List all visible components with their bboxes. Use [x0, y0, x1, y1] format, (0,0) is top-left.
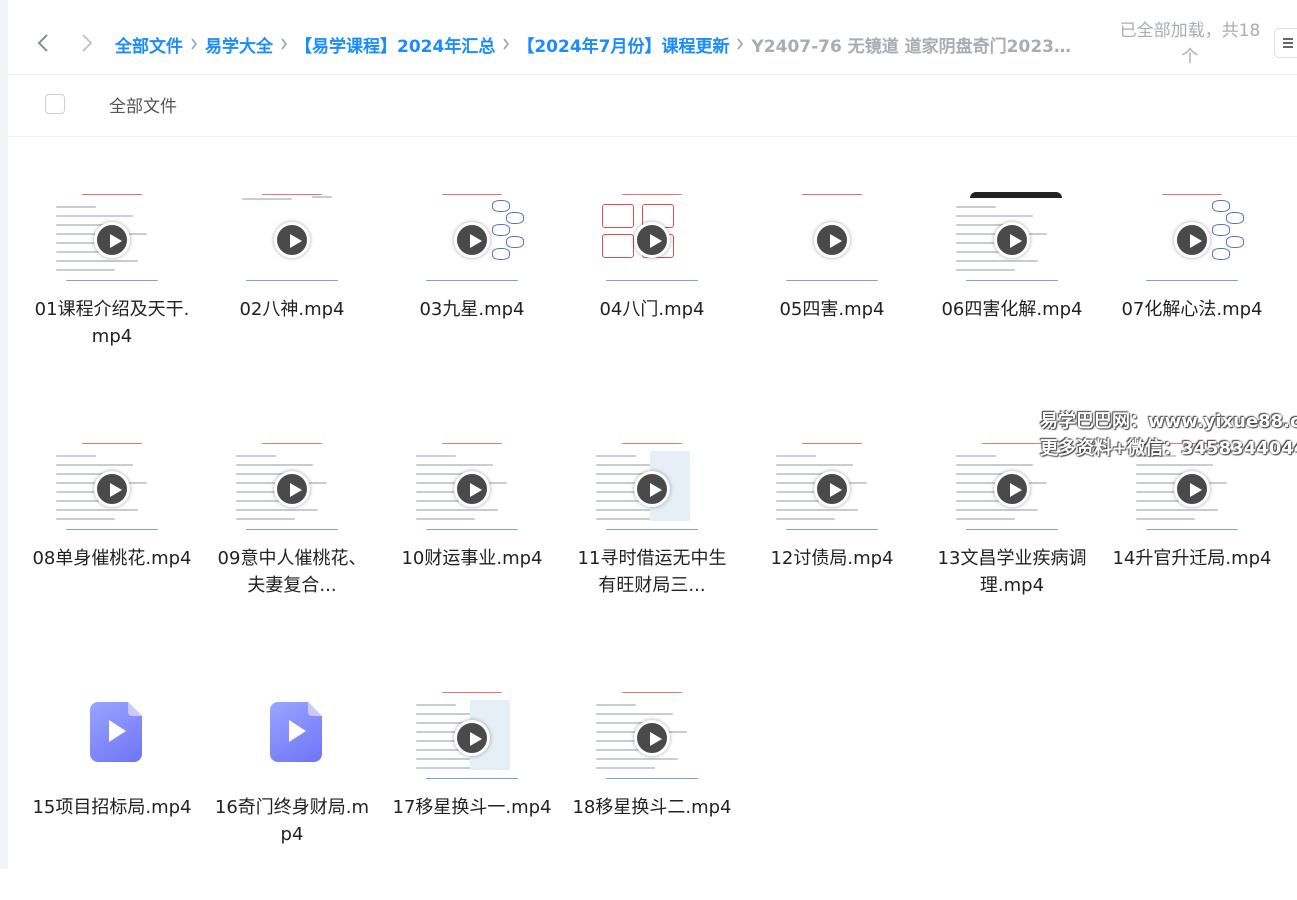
- header-bar: 全部文件 易学大全 【易学课程】2024年汇总 【2024年7月份】课程更新 Y…: [8, 0, 1297, 75]
- back-button[interactable]: [30, 30, 56, 56]
- file-name: 14升官升迁局.mp4: [1112, 548, 1272, 569]
- file-item[interactable]: 04八门.mp4: [572, 192, 732, 402]
- file-name: 09意中人催桃花、夫妻复合...: [217, 548, 367, 596]
- breadcrumb-item[interactable]: 易学大全: [205, 32, 273, 57]
- file-item[interactable]: 05四害.mp4: [752, 192, 912, 402]
- video-thumbnail: [592, 441, 712, 537]
- video-thumbnail: [772, 192, 892, 288]
- file-item[interactable]: 13文昌学业疾病调理.mp4: [932, 441, 1092, 651]
- video-thumbnail: [52, 441, 172, 537]
- file-name: 15项目招标局.mp4: [32, 797, 192, 818]
- breadcrumb-item[interactable]: 全部文件: [115, 32, 183, 57]
- forward-button[interactable]: [74, 30, 100, 56]
- select-all-label: 全部文件: [109, 97, 177, 117]
- play-icon: [634, 222, 670, 258]
- breadcrumb-item[interactable]: 【2024年7月份】课程更新: [517, 32, 729, 57]
- video-thumbnail: [772, 441, 892, 537]
- chevron-right-icon: [82, 34, 93, 52]
- watermark-line: 易学巴巴网：www.yixue88.cn: [1040, 411, 1297, 432]
- file-name: 03九星.mp4: [419, 299, 525, 320]
- view-toggle-button[interactable]: [1274, 28, 1297, 58]
- play-icon: [94, 471, 130, 507]
- chevron-right-icon: [736, 38, 744, 50]
- play-icon: [994, 222, 1030, 258]
- file-name: 02八神.mp4: [239, 299, 345, 320]
- video-thumbnail: [1132, 192, 1252, 288]
- play-icon: [454, 720, 490, 756]
- video-thumbnail: [412, 441, 532, 537]
- play-icon: [454, 222, 490, 258]
- video-file-icon: [270, 702, 322, 762]
- list-view-icon: [1283, 36, 1293, 50]
- file-item[interactable]: 09意中人催桃花、夫妻复合...: [212, 441, 372, 651]
- play-icon: [1174, 471, 1210, 507]
- file-name: 01课程介绍及天干.mp4: [34, 299, 190, 347]
- chevron-right-icon: [190, 38, 198, 50]
- window-edge: [0, 0, 8, 869]
- play-icon: [814, 471, 850, 507]
- list-toolbar: 全部文件: [8, 74, 1297, 137]
- file-item[interactable]: 11寻时借运无中生有旺财局三...: [572, 441, 732, 651]
- file-item[interactable]: 06四害化解.mp4: [932, 192, 1092, 402]
- file-name: 17移星换斗一.mp4: [392, 797, 552, 818]
- chevron-left-icon: [37, 34, 48, 52]
- video-thumbnail: [592, 192, 712, 288]
- video-thumbnail: [232, 441, 352, 537]
- video-thumbnail: [952, 192, 1072, 288]
- file-name: 05四害.mp4: [779, 299, 885, 320]
- chevron-right-icon: [280, 38, 288, 50]
- video-thumbnail: [592, 690, 712, 786]
- breadcrumb-current: Y2407-76 无镜道 道家阴盘奇门2023年...: [751, 36, 1074, 57]
- watermark-line: 更多资料+微信：3458344044: [1040, 438, 1297, 459]
- breadcrumb: 全部文件 易学大全 【易学课程】2024年汇总 【2024年7月份】课程更新 Y…: [115, 31, 1073, 57]
- breadcrumb-item[interactable]: 【易学课程】2024年汇总: [295, 32, 495, 57]
- file-item[interactable]: 12讨债局.mp4: [752, 441, 912, 651]
- video-file-icon: [90, 702, 142, 762]
- file-item[interactable]: 10财运事业.mp4: [392, 441, 552, 651]
- play-icon: [634, 720, 670, 756]
- file-name: 16奇门终身财局.mp4: [214, 797, 370, 845]
- file-item[interactable]: 02八神.mp4: [212, 192, 372, 402]
- file-name: 18移星换斗二.mp4: [572, 797, 732, 818]
- play-icon: [274, 222, 310, 258]
- select-all-checkbox[interactable]: [45, 94, 65, 114]
- play-icon: [634, 471, 670, 507]
- file-item[interactable]: 14升官升迁局.mp4: [1112, 441, 1272, 651]
- play-icon: [1174, 222, 1210, 258]
- play-icon: [274, 471, 310, 507]
- file-name: 07化解心法.mp4: [1121, 299, 1263, 320]
- load-status: 已全部加载，共18个: [1119, 21, 1261, 67]
- file-name: 12讨债局.mp4: [770, 548, 894, 569]
- watermark: 易学巴巴网：www.yixue88.cn 更多资料+微信：3458344044: [1040, 408, 1297, 462]
- file-item[interactable]: 08单身催桃花.mp4: [32, 441, 192, 651]
- file-item[interactable]: 03九星.mp4: [392, 192, 552, 402]
- file-item[interactable]: 07化解心法.mp4: [1112, 192, 1272, 402]
- play-icon: [454, 471, 490, 507]
- video-thumbnail: [412, 192, 532, 288]
- file-name: 13文昌学业疾病调理.mp4: [937, 548, 1087, 596]
- file-name: 11寻时借运无中生有旺财局三...: [577, 548, 727, 596]
- video-thumbnail: [232, 192, 352, 288]
- file-name: 08单身催桃花.mp4: [32, 548, 192, 569]
- play-icon: [994, 471, 1030, 507]
- chevron-right-icon: [502, 38, 510, 50]
- file-name: 04八门.mp4: [599, 299, 705, 320]
- video-thumbnail: [412, 690, 532, 786]
- file-name: 10财运事业.mp4: [401, 548, 543, 569]
- file-item[interactable]: 01课程介绍及天干.mp4: [32, 192, 192, 402]
- play-icon: [94, 222, 130, 258]
- file-name: 06四害化解.mp4: [941, 299, 1083, 320]
- video-thumbnail: [52, 192, 172, 288]
- play-icon: [814, 222, 850, 258]
